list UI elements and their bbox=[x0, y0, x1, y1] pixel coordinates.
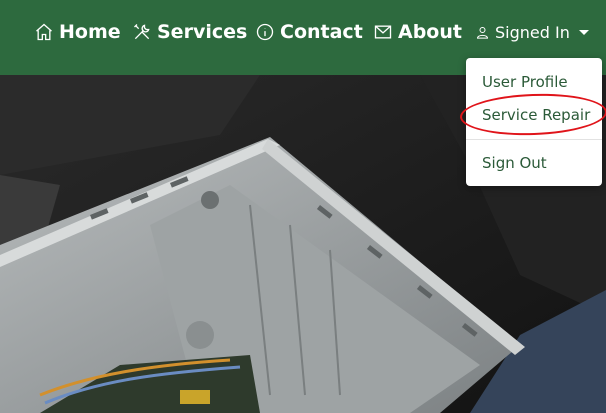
nav-contact-link[interactable]: Contact bbox=[255, 18, 363, 46]
info-icon bbox=[256, 23, 274, 41]
dropdown-divider bbox=[466, 139, 602, 140]
user-menu-toggle[interactable]: Signed In bbox=[475, 18, 589, 46]
nav-contact-label: Contact bbox=[280, 21, 363, 43]
dropdown-item-sign-out[interactable]: Sign Out bbox=[482, 154, 547, 172]
home-icon bbox=[36, 23, 52, 41]
nav-services-link[interactable]: Services bbox=[132, 18, 247, 46]
tools-icon bbox=[134, 24, 150, 40]
user-icon bbox=[476, 26, 489, 39]
dropdown-item-user-profile[interactable]: User Profile bbox=[482, 73, 568, 91]
nav-about-label: About bbox=[398, 21, 462, 43]
nav-home-label: Home bbox=[59, 21, 121, 43]
user-menu-label: Signed In bbox=[495, 22, 570, 42]
chevron-down-icon bbox=[578, 29, 589, 35]
nav-about-link[interactable]: About bbox=[373, 18, 462, 46]
nav-services-label: Services bbox=[157, 21, 248, 43]
envelope-icon bbox=[374, 25, 392, 39]
dropdown-item-service-repair[interactable]: Service Repair bbox=[482, 106, 590, 124]
user-dropdown-menu: User Profile Service Repair Sign Out bbox=[466, 58, 602, 186]
nav-home-link[interactable]: Home bbox=[34, 18, 121, 46]
